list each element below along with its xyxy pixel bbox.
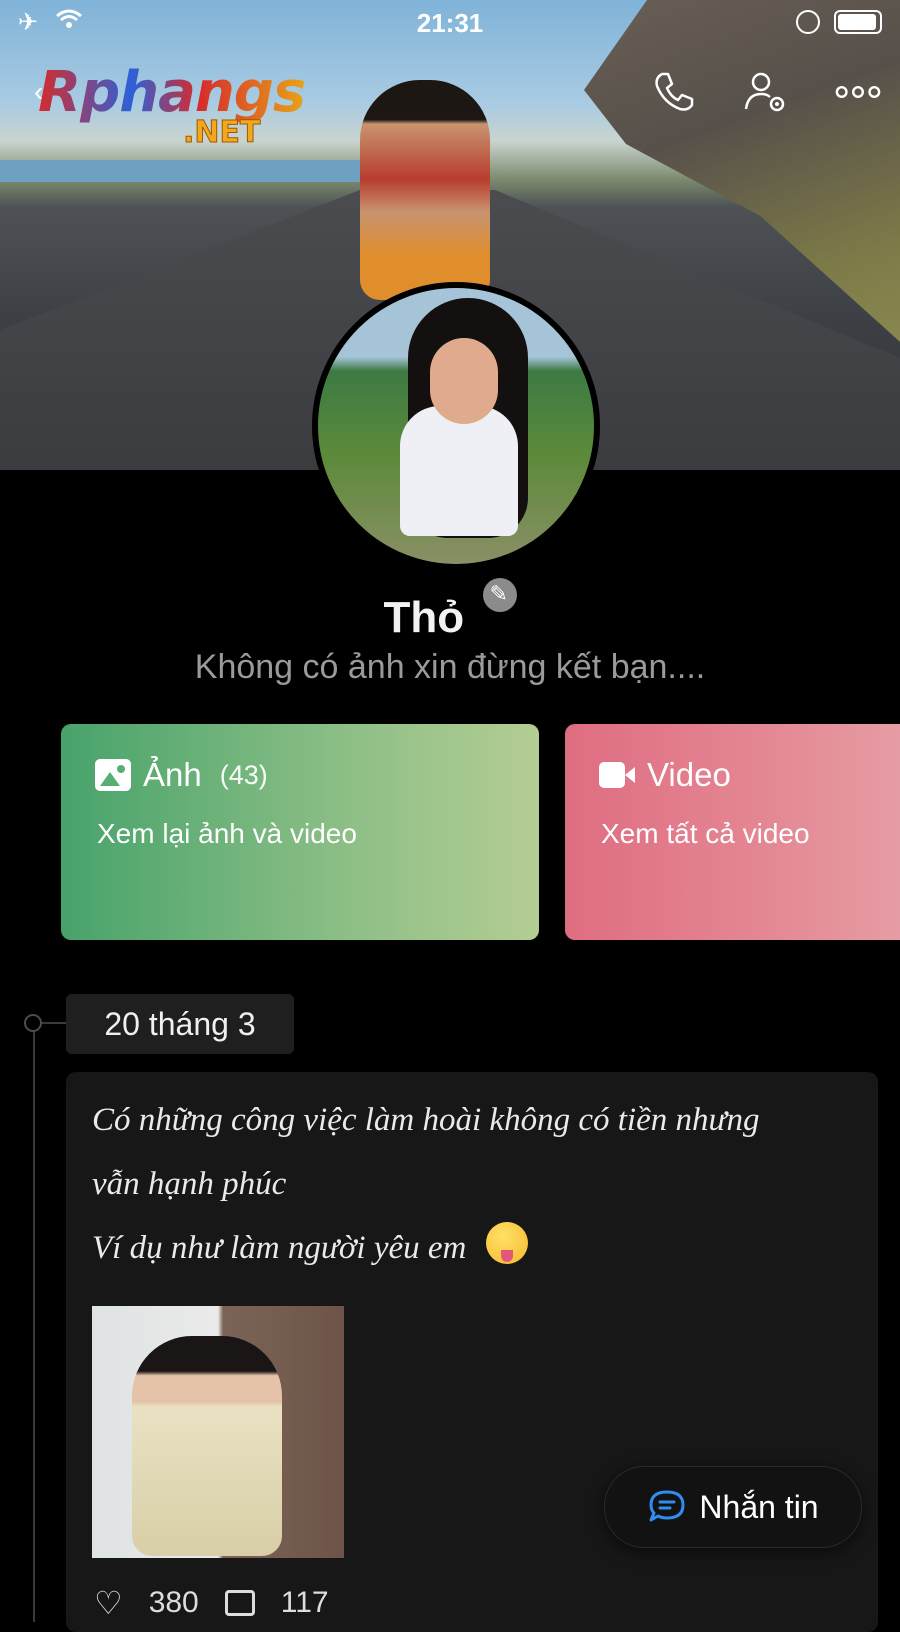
post-actions: ♡ 380 117 (94, 1584, 329, 1622)
timeline-line (33, 1022, 35, 1622)
post-image-person (132, 1336, 282, 1556)
image-icon (95, 759, 131, 791)
videos-card-subtitle: Xem tất cả video (601, 818, 810, 849)
avatar-face (430, 338, 498, 424)
timeline-stem (40, 1022, 66, 1024)
post-line-with-emoji: Ví dụ như làm người yêu em (92, 1216, 862, 1280)
message-button[interactable]: Nhắn tin (604, 1466, 862, 1548)
user-settings-icon[interactable] (742, 68, 790, 116)
watermark-logo: Rphangs .NET (38, 60, 306, 151)
post-card[interactable]: Có những công việc làm hoài không có tiề… (66, 1072, 878, 1632)
edit-icon[interactable] (482, 578, 517, 612)
top-actions (650, 68, 882, 116)
videos-card-title-row: Video (599, 756, 731, 794)
timeline-date: 20 tháng 3 (66, 994, 294, 1054)
cover-sea (0, 160, 380, 182)
profile-name-row: Thỏ (0, 578, 900, 643)
rotation-lock-icon (796, 10, 820, 34)
message-icon (647, 1489, 687, 1525)
avatar-shirt (400, 406, 518, 536)
timeline-dot (24, 1014, 42, 1032)
status-bar: ✈ 21:31 (0, 0, 900, 44)
photos-card-subtitle: Xem lại ảnh và video (97, 818, 357, 849)
photos-card-count: (43) (219, 759, 268, 790)
comment-icon[interactable] (224, 1590, 255, 1616)
photos-card[interactable]: Ảnh (43) Xem lại ảnh và video (61, 724, 539, 940)
post-line: Có những công việc làm hoài không có tiề… (92, 1102, 760, 1138)
comment-count: 117 (280, 1586, 329, 1619)
post-text: Có những công việc làm hoài không có tiề… (92, 1088, 862, 1280)
message-button-label: Nhắn tin (699, 1488, 819, 1525)
avatar[interactable] (312, 282, 600, 570)
profile-bio: Không có ảnh xin đừng kết bạn.... (194, 648, 706, 686)
photos-card-title-row: Ảnh (43) (95, 756, 268, 794)
post-line: vẫn hạnh phúc (92, 1166, 287, 1202)
like-count: 380 (148, 1586, 199, 1619)
more-icon[interactable] (834, 68, 882, 116)
heart-icon[interactable]: ♡ (94, 1584, 123, 1622)
videos-card-title: Video (647, 756, 731, 793)
phone-icon[interactable] (650, 68, 698, 116)
profile-name: Thỏ (383, 593, 465, 642)
zany-face-emoji-icon (486, 1222, 529, 1264)
video-icon (599, 762, 635, 788)
cover-person (360, 80, 490, 300)
status-time: 21:31 (416, 8, 484, 38)
status-right-icons (796, 10, 882, 34)
videos-card[interactable]: Video Xem tất cả video (565, 724, 900, 940)
post-line: Ví dụ như làm người yêu em (92, 1230, 467, 1266)
battery-icon (834, 10, 882, 34)
photos-card-title: Ảnh (143, 756, 202, 793)
watermark-main: Rphangs (38, 60, 306, 125)
post-image[interactable] (92, 1306, 344, 1558)
